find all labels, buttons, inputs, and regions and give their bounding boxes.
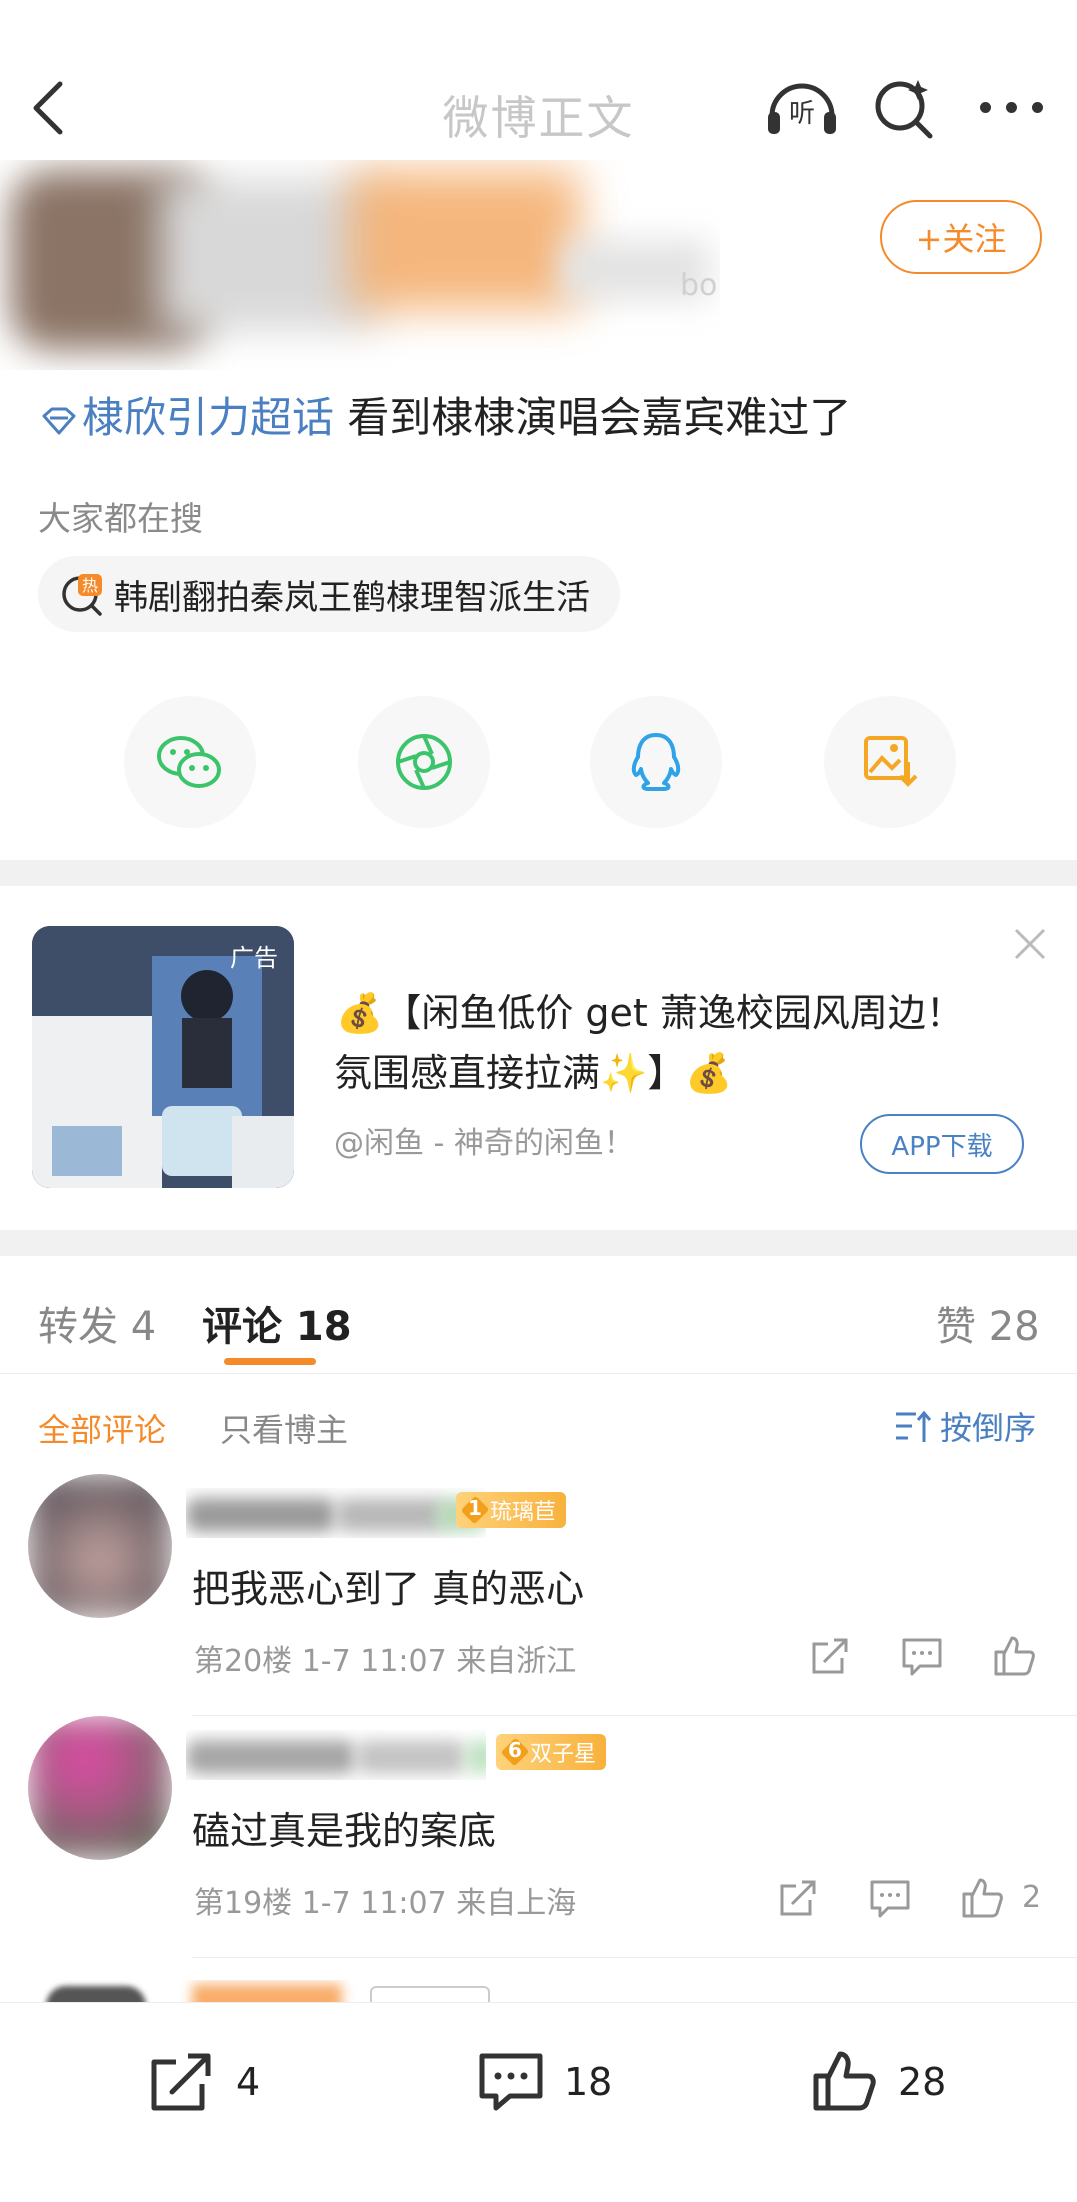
sort-button[interactable]: 按倒序 [894,1403,1036,1449]
trending-label: 大家都在搜 [38,499,203,538]
blurred-author-info [0,160,720,370]
like-icon [813,2051,876,2111]
post-body: 棣欣引力超话 看到棣棣演唱会嘉宾难过了 [40,384,851,445]
more-icon[interactable] [976,82,1046,132]
tab-comment[interactable]: 评论 18 [202,1294,352,1352]
hot-badge: 热 [82,576,98,595]
ad-source: @闲鱼 - 神奇的闲鱼！ [334,1126,634,1161]
save-image-button[interactable] [824,696,956,828]
interaction-tabs: 转发 4 评论 18 赞 28 [0,1256,1077,1374]
follow-label: +关注 [915,220,1007,258]
share-wechat-button[interactable] [124,696,256,828]
comment-count: 18 [564,2060,613,2104]
comment-filter-bar: 全部评论 只看博主 按倒序 [0,1375,1077,1473]
app-download-button[interactable]: APP下载 [860,1114,1024,1174]
medal-level: 6 [508,1738,522,1762]
like-button[interactable]: 28 [810,2047,946,2117]
super-topic-link[interactable]: 棣欣引力超话 [82,393,334,442]
trending-search-text: 韩剧翻拍秦岚王鹤棣理智派生活 [114,577,590,618]
tab-repost[interactable]: 转发 4 [38,1294,156,1352]
ad-title-line2: 氛围感直接拉满✨】💰 [334,1051,733,1095]
medal-name: 琉璃苣 [490,1500,557,1525]
comment-meta: 第19楼 1-7 11:07 来自上海 [194,1886,577,1921]
repost-icon[interactable] [776,1876,820,1920]
ad-title-line1: 💰【闲鱼低价 get 萧逸校园风周边！ [336,991,964,1035]
share-moments-button[interactable] [358,696,490,828]
repost-button[interactable]: 4 [148,2047,260,2117]
super-topic-icon [42,407,76,434]
close-icon[interactable] [1012,926,1048,962]
like-count: 28 [898,2060,947,2104]
comment-text: 磕过真是我的案底 [192,1809,497,1853]
trending-search-item[interactable]: 热 韩剧翻拍秦岚王鹤棣理智派生活 [38,556,620,632]
reply-icon[interactable] [868,1876,912,1920]
repost-icon [151,2053,211,2111]
active-tab-indicator [224,1358,316,1365]
top-nav-bar: 微博正文 听 [0,0,1077,170]
fan-medal-badge[interactable]: 1 琉璃苣 [456,1492,567,1528]
filter-all-comments[interactable]: 全部评论 [38,1405,166,1451]
avatar[interactable] [28,1474,172,1618]
ad-thumbnail[interactable]: 广告 [32,926,294,1188]
next-comment-peek [0,1980,1077,2004]
author-header: bo +关注 [0,150,1077,380]
like-icon[interactable] [992,1634,1036,1678]
repost-icon[interactable] [808,1634,852,1678]
share-qq-button[interactable] [590,696,722,828]
like-icon[interactable] [960,1876,1004,1920]
blurred-username[interactable] [186,1488,486,1538]
follow-button[interactable]: +关注 [880,200,1042,274]
reply-icon[interactable] [900,1634,944,1678]
tab-like[interactable]: 赞 28 [936,1294,1040,1352]
author-partial-text: bo [680,268,718,303]
avatar[interactable] [28,1716,172,1860]
fan-medal-badge[interactable]: 6 双子星 [496,1734,607,1770]
ad-card[interactable]: 广告 💰【闲鱼低价 get 萧逸校园风周边！ 氛围感直接拉满✨】💰 @闲鱼 - … [0,886,1077,1230]
share-row [0,696,1077,828]
section-divider [0,1230,1077,1256]
comment-text: 把我恶心到了 真的恶心 [192,1567,585,1611]
medal-level: 1 [468,1496,482,1520]
save-image-icon [864,736,918,787]
comment-divider [192,1957,1077,1958]
ad-tag: 广告 [230,944,278,972]
hot-search-icon: 热 [62,574,102,616]
comment-item[interactable]: 6 双子星 磕过真是我的案底 第19楼 1-7 11:07 来自上海 2 [0,1716,1077,1958]
bottom-action-bar: 4 18 28 [0,2002,1077,2202]
repost-count: 4 [236,2060,261,2104]
wechat-icon [157,736,221,788]
blurred-username[interactable] [186,1730,486,1780]
medal-name: 双子星 [530,1742,597,1767]
listen-label: 听 [789,99,815,129]
comment-meta: 第20楼 1-7 11:07 来自浙江 [194,1644,577,1679]
super-search-icon[interactable] [872,76,936,140]
sort-label: 按倒序 [940,1409,1037,1447]
comment-item[interactable]: 1 琉璃苣 把我恶心到了 真的恶心 第20楼 1-7 11:07 来自浙江 [0,1474,1077,1716]
comment-like-count: 2 [1022,1880,1042,1915]
comment-button[interactable]: 18 [476,2047,612,2117]
filter-author-only[interactable]: 只看博主 [220,1405,348,1451]
moments-icon [396,734,452,790]
comment-icon [479,2053,543,2111]
post-text: 看到棣棣演唱会嘉宾难过了 [347,393,852,442]
qq-icon [631,733,681,791]
section-divider [0,860,1077,886]
listen-icon[interactable]: 听 [764,76,840,138]
sort-icon [896,1410,932,1442]
